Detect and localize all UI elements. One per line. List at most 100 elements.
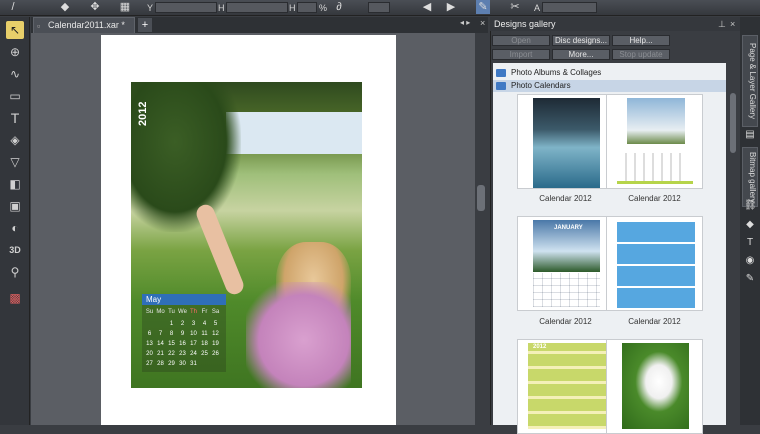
tag-icon[interactable]: ✂ bbox=[508, 0, 522, 14]
folder-photo-albums[interactable]: Photo Albums & Collages bbox=[493, 67, 726, 79]
calendar-day: 10 bbox=[190, 331, 197, 337]
zoom-tool-icon[interactable]: ⊕ bbox=[6, 43, 24, 61]
calendar-day: 19 bbox=[212, 341, 219, 347]
help-button[interactable]: Help... bbox=[612, 35, 670, 46]
calendar-day: 3 bbox=[191, 321, 196, 327]
zoom-lens-tool-icon[interactable]: ⚲ bbox=[6, 263, 24, 281]
january-grid bbox=[533, 273, 600, 307]
close-tab-icon[interactable]: × bbox=[480, 18, 488, 30]
sky-area bbox=[226, 112, 362, 154]
selector-tool-icon[interactable]: ↖ bbox=[6, 21, 24, 39]
a-field[interactable] bbox=[542, 2, 597, 13]
gallery-scroll-thumb[interactable] bbox=[730, 93, 736, 153]
h-percent-label: H bbox=[289, 3, 296, 13]
calendar-day: 12 bbox=[212, 331, 219, 337]
fill-icon[interactable]: ◆ bbox=[58, 0, 72, 14]
calendar-day: 5 bbox=[213, 321, 218, 327]
flip-horizontal-icon[interactable]: ◀ bbox=[420, 0, 434, 14]
3d-tool-icon[interactable]: 3D bbox=[6, 241, 24, 259]
folder-photo-calendars[interactable]: Photo Calendars bbox=[493, 80, 726, 92]
h-percent-field[interactable] bbox=[297, 2, 317, 13]
a-label: A bbox=[534, 3, 541, 13]
transparency-tool-icon[interactable]: ▽ bbox=[6, 153, 24, 171]
day-heading: Th bbox=[189, 309, 197, 315]
calendar-day: 7 bbox=[158, 331, 163, 337]
live-effects-tool-icon[interactable]: ▩ bbox=[6, 289, 24, 307]
eyedropper-icon[interactable]: ✥ bbox=[88, 0, 102, 14]
january-text: JANUARY bbox=[554, 225, 583, 231]
import-button[interactable]: Import bbox=[492, 49, 550, 60]
percent-sign: % bbox=[319, 3, 328, 13]
document-icon: ▫ bbox=[37, 21, 41, 31]
girl-dress bbox=[246, 282, 351, 388]
calendar-day: 26 bbox=[212, 351, 219, 357]
sea-arch-image bbox=[533, 98, 600, 188]
y-field[interactable] bbox=[155, 2, 217, 13]
folder-icon bbox=[496, 82, 506, 90]
document-tab-label: Calendar2011.xar * bbox=[48, 20, 125, 30]
calendar-day: 6 bbox=[147, 331, 152, 337]
rectangle-tool-icon[interactable]: ▭ bbox=[6, 87, 24, 105]
calendar-day: 9 bbox=[180, 331, 185, 337]
calendar-day: 27 bbox=[146, 361, 153, 367]
link-icon[interactable]: ⛓ bbox=[744, 200, 757, 212]
calendar-day: 28 bbox=[157, 361, 164, 367]
pin-icon[interactable]: ⊥ bbox=[718, 17, 726, 31]
calendar-day: 22 bbox=[168, 351, 175, 357]
top-toolbar: / ◆ ✥ ▦ Y H H % ∂ ◀ ▶ ✎ ✂ A bbox=[0, 0, 760, 16]
font-gallery-icon[interactable]: T bbox=[744, 237, 756, 249]
color-gallery-icon[interactable]: ◉ bbox=[744, 255, 756, 267]
canvas-scroll-thumb[interactable] bbox=[477, 185, 485, 211]
green-year-grid bbox=[528, 343, 606, 429]
design-thumb-blue-year[interactable] bbox=[606, 216, 703, 311]
calendar-photo[interactable]: 2012 May Su Mo Tu We Th Fr Sa 1 2 3 4 5 6 7 8 9 10 11 12 13… bbox=[131, 82, 362, 388]
mould-tool-icon[interactable]: ◐ bbox=[6, 219, 24, 237]
toolbox: ↖ ⊕ ∿ ▭ T ◈ ▽ ◧ ▣ ◐ 3D ⚲ ▩ bbox=[0, 17, 30, 425]
angle-field[interactable] bbox=[368, 2, 390, 13]
gallery-title-text: Designs gallery bbox=[494, 19, 556, 29]
canvas-scrollbar[interactable] bbox=[475, 33, 487, 425]
calendar-day: 20 bbox=[146, 351, 153, 357]
design-thumb-cat[interactable] bbox=[606, 339, 703, 434]
fill-gallery-icon[interactable]: ◆ bbox=[744, 219, 756, 231]
day-heading: Mo bbox=[156, 309, 165, 315]
thumb-caption: Calendar 2012 bbox=[539, 317, 592, 326]
mini-calendar-grid bbox=[625, 153, 687, 181]
bitmap-gallery-tab[interactable]: Bitmap gallery bbox=[742, 147, 758, 207]
shadow-tool-icon[interactable]: ◧ bbox=[6, 175, 24, 193]
flip-vertical-icon[interactable]: ▶ bbox=[444, 0, 458, 14]
design-thumb-sea-arch[interactable] bbox=[517, 94, 614, 189]
gallery-scrollbar[interactable] bbox=[728, 63, 738, 425]
design-thumb-january[interactable]: JANUARY bbox=[517, 216, 614, 311]
grid-icon[interactable]: ▦ bbox=[118, 0, 132, 14]
tab-calendar-document[interactable]: ▫ Calendar2011.xar * bbox=[33, 17, 135, 33]
page-layer-gallery-tab[interactable]: Page & Layer Gallery bbox=[742, 35, 758, 127]
add-tab-button[interactable]: + bbox=[138, 18, 152, 32]
stop-update-button[interactable]: Stop update bbox=[612, 49, 670, 60]
calendar-day: 17 bbox=[190, 341, 197, 347]
close-gallery-icon[interactable]: × bbox=[730, 17, 735, 31]
transform-icon[interactable]: ✎ bbox=[476, 0, 490, 14]
tag-icon[interactable]: ✎ bbox=[744, 273, 756, 285]
day-heading: We bbox=[178, 309, 187, 315]
freehand-tool-icon[interactable]: ∿ bbox=[6, 65, 24, 83]
disc-designs-button[interactable]: Disc designs... bbox=[552, 35, 610, 46]
text-tool-icon[interactable]: T bbox=[6, 109, 24, 127]
gallery-title: Designs gallery ⊥ × bbox=[490, 17, 740, 31]
month-grid: May Su Mo Tu We Th Fr Sa 1 2 3 4 5 6 7 8 9 10 11 12 13 14 15 1… bbox=[142, 294, 226, 372]
h-field[interactable] bbox=[226, 2, 288, 13]
design-thumb-tree[interactable] bbox=[606, 94, 703, 189]
fill-tool-icon[interactable]: ◈ bbox=[6, 131, 24, 149]
calendar-day: 8 bbox=[169, 331, 174, 337]
open-button[interactable]: Open bbox=[492, 35, 550, 46]
gallery-icon[interactable]: ▤ bbox=[744, 129, 756, 141]
bevel-tool-icon[interactable]: ▣ bbox=[6, 197, 24, 215]
more-button[interactable]: More... bbox=[552, 49, 610, 60]
calendar-day: 31 bbox=[190, 361, 197, 367]
pen-icon[interactable]: / bbox=[6, 0, 20, 14]
lock-aspect-icon[interactable]: ∂ bbox=[332, 0, 346, 14]
calendar-day: 13 bbox=[146, 341, 153, 347]
design-thumb-green-year[interactable]: 2012 bbox=[517, 339, 614, 434]
day-heading: Fr bbox=[201, 309, 208, 315]
calendar-day: 23 bbox=[179, 351, 186, 357]
